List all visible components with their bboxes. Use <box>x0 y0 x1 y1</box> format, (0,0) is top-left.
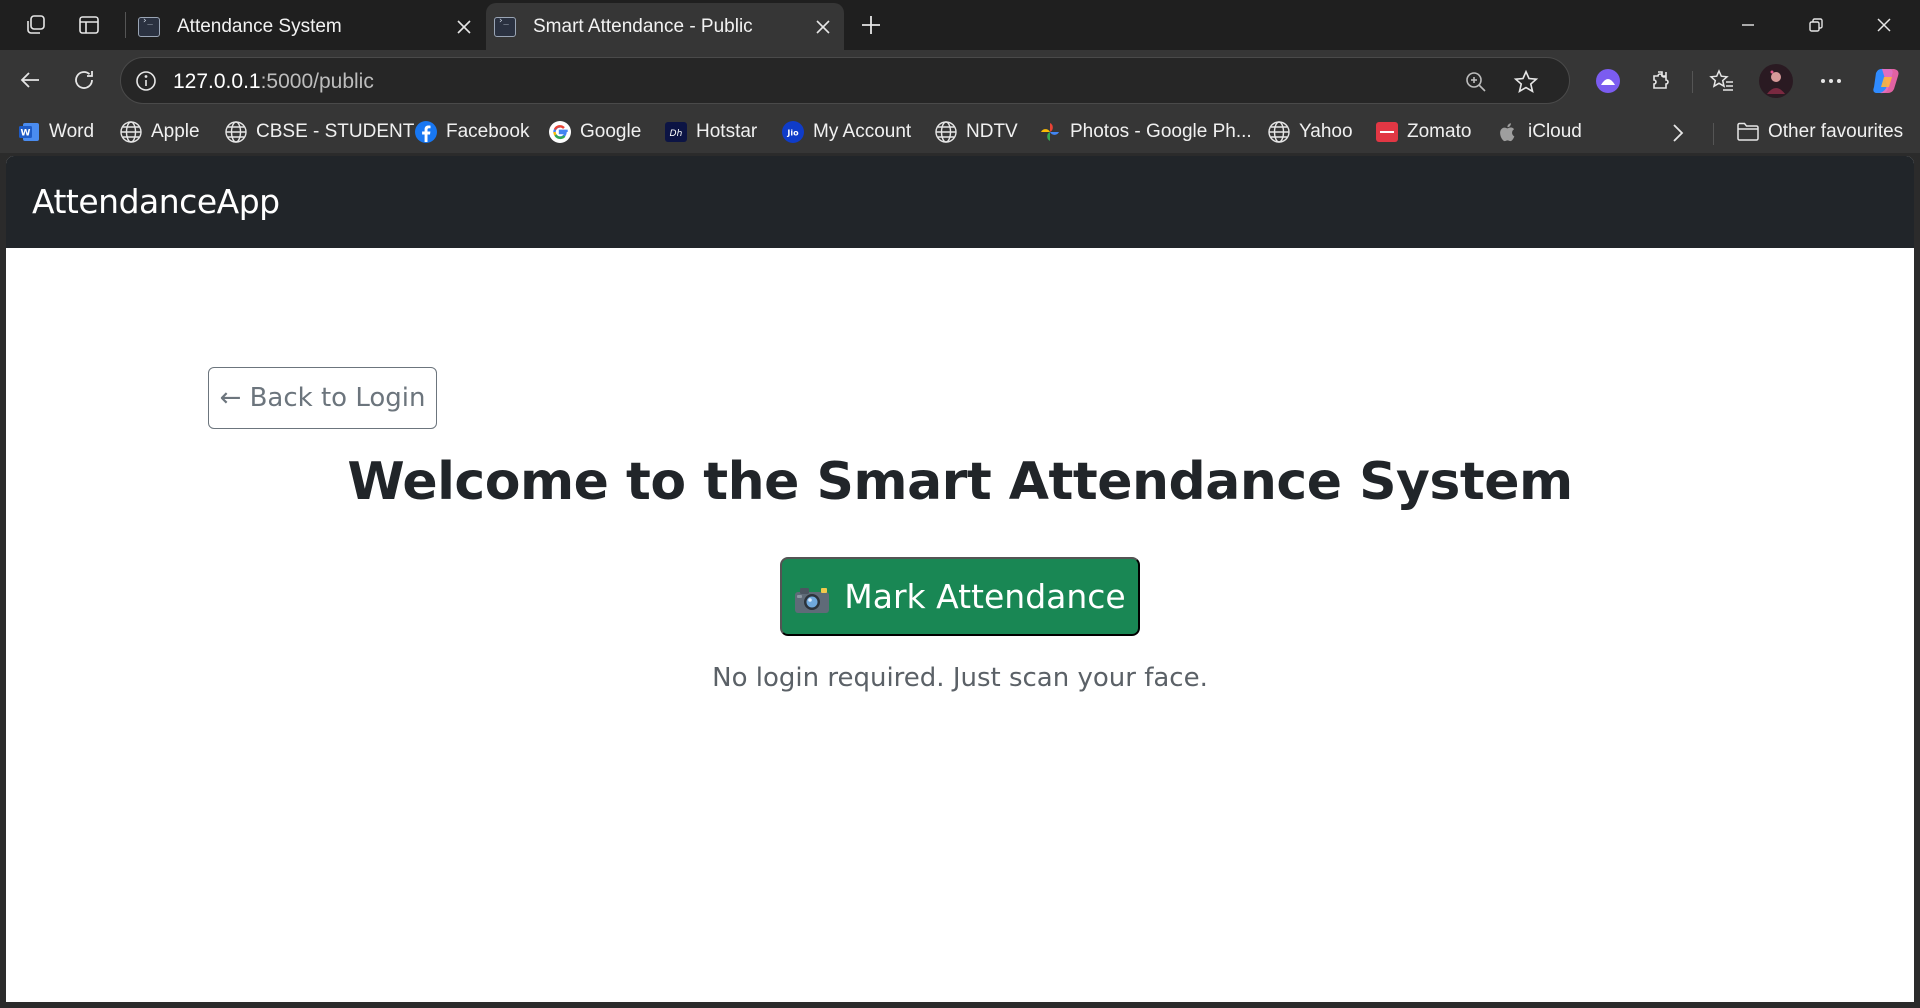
avatar[interactable] <box>1757 62 1795 100</box>
jio-icon: Jio <box>781 120 805 144</box>
close-tab-icon[interactable] <box>447 10 481 44</box>
favorite-cbse-student[interactable]: CBSE - STUDENT <box>224 117 414 147</box>
favorites-icon[interactable] <box>1703 62 1741 100</box>
workspaces-icon[interactable] <box>20 9 52 41</box>
tab-divider <box>125 12 126 38</box>
zomato-icon <box>1375 120 1399 144</box>
favorite-facebook[interactable]: Facebook <box>414 117 529 147</box>
address-bar[interactable]: 127.0.0.1:5000/public <box>120 57 1570 104</box>
favorite-hotstar[interactable]: Dh Hotstar <box>664 117 757 147</box>
copilot-icon[interactable] <box>1867 62 1905 100</box>
favorite-zomato[interactable]: Zomato <box>1375 117 1471 147</box>
page-viewport: AttendanceApp ← Back to Login Welcome to… <box>6 156 1914 1002</box>
favorite-my-account[interactable]: Jio My Account <box>781 117 911 147</box>
site-info-icon[interactable] <box>133 68 159 94</box>
facebook-icon <box>414 120 438 144</box>
favorite-star-icon[interactable] <box>1511 67 1541 97</box>
mark-attendance-button[interactable]: Mark Attendance <box>780 557 1140 636</box>
back-arrow-icon[interactable] <box>12 62 48 98</box>
extensions-icon[interactable] <box>1642 62 1680 100</box>
tab-title: Attendance System <box>177 15 342 37</box>
svg-text:Dh: Dh <box>670 129 683 139</box>
svg-text:W: W <box>21 129 31 139</box>
zoom-icon[interactable] <box>1461 67 1491 97</box>
svg-text:Jio: Jio <box>786 129 799 138</box>
folder-icon <box>1736 120 1760 144</box>
restore-button[interactable] <box>1782 0 1850 50</box>
favorites-bar: W Word Apple CBSE - STUDENT Facebook Goo… <box>0 111 1920 153</box>
other-favourites-folder[interactable]: Other favourites <box>1736 117 1903 147</box>
toolbar-divider <box>1692 71 1693 93</box>
chevron-right-icon[interactable] <box>1665 120 1691 146</box>
apple-icon <box>1496 120 1520 144</box>
more-menu-icon[interactable] <box>1812 62 1850 100</box>
globe-icon <box>224 120 248 144</box>
camera-icon <box>794 583 830 613</box>
favorite-google-photos[interactable]: Photos - Google Ph... <box>1038 117 1252 147</box>
favorites-divider <box>1713 123 1714 145</box>
browser-toolbar: 127.0.0.1:5000/public <box>0 50 1920 111</box>
minimize-button[interactable] <box>1714 0 1782 50</box>
app-brand[interactable]: AttendanceApp <box>32 182 280 221</box>
refresh-icon[interactable] <box>66 62 102 98</box>
tab-smart-attendance-public[interactable]: Smart Attendance - Public <box>486 3 844 50</box>
photos-icon <box>1038 120 1062 144</box>
mark-attendance-label: Mark Attendance <box>844 577 1126 616</box>
back-to-login-button[interactable]: ← Back to Login <box>208 367 437 429</box>
browser-tab-bar: Attendance System Smart Attendance - Pub… <box>0 0 1920 50</box>
word-icon: W <box>17 120 41 144</box>
favorite-word[interactable]: W Word <box>17 117 94 147</box>
profile-extension-icon[interactable] <box>1589 62 1627 100</box>
favorite-yahoo[interactable]: Yahoo <box>1267 117 1353 147</box>
globe-icon <box>934 120 958 144</box>
favorite-apple[interactable]: Apple <box>119 117 200 147</box>
terminal-favicon-icon <box>494 16 516 37</box>
app-navbar: AttendanceApp <box>6 156 1914 248</box>
new-tab-button[interactable] <box>854 8 888 42</box>
hotstar-icon: Dh <box>664 120 688 144</box>
tab-title: Smart Attendance - Public <box>533 15 753 37</box>
favorite-google[interactable]: Google <box>548 117 641 147</box>
page-title: Welcome to the Smart Attendance System <box>347 452 1573 512</box>
globe-icon <box>1267 120 1291 144</box>
favorite-icloud[interactable]: iCloud <box>1496 117 1582 147</box>
google-icon <box>548 120 572 144</box>
close-window-button[interactable] <box>1850 0 1918 50</box>
terminal-favicon-icon <box>138 16 160 37</box>
tab-actions-icon[interactable] <box>73 9 105 41</box>
window-edge <box>1914 156 1920 1002</box>
close-tab-icon[interactable] <box>806 10 840 44</box>
url-text[interactable]: 127.0.0.1:5000/public <box>173 70 374 94</box>
globe-icon <box>119 120 143 144</box>
favorite-ndtv[interactable]: NDTV <box>934 117 1018 147</box>
tab-attendance-system[interactable]: Attendance System <box>130 3 485 50</box>
instruction-text: No login required. Just scan your face. <box>712 663 1208 693</box>
